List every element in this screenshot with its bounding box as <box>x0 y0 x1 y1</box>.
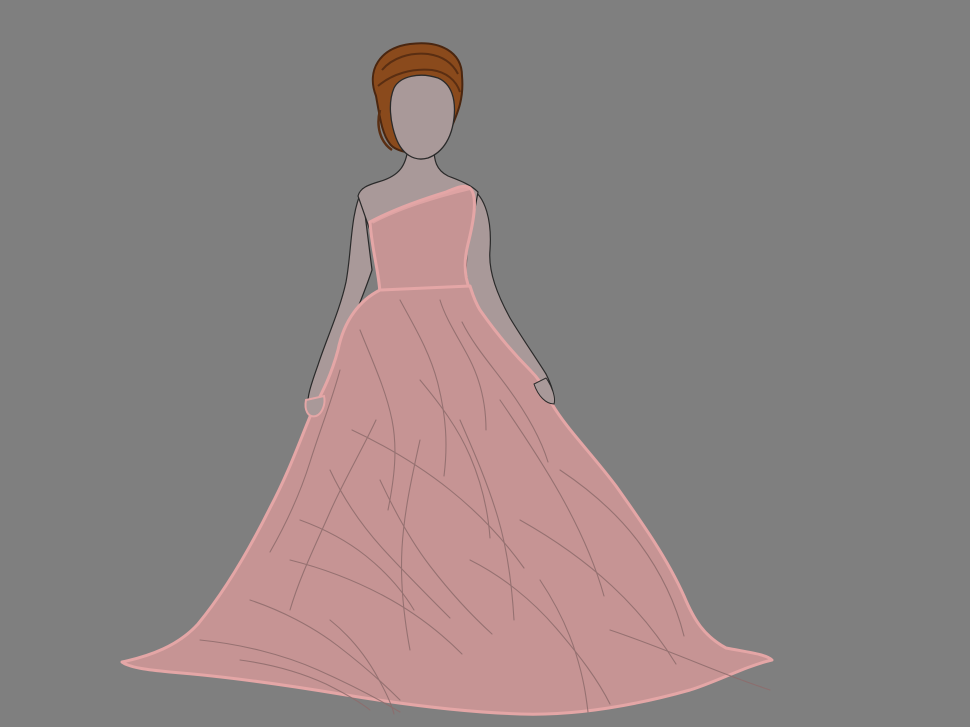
drawing-canvas <box>0 0 970 727</box>
figure-illustration <box>0 0 970 727</box>
